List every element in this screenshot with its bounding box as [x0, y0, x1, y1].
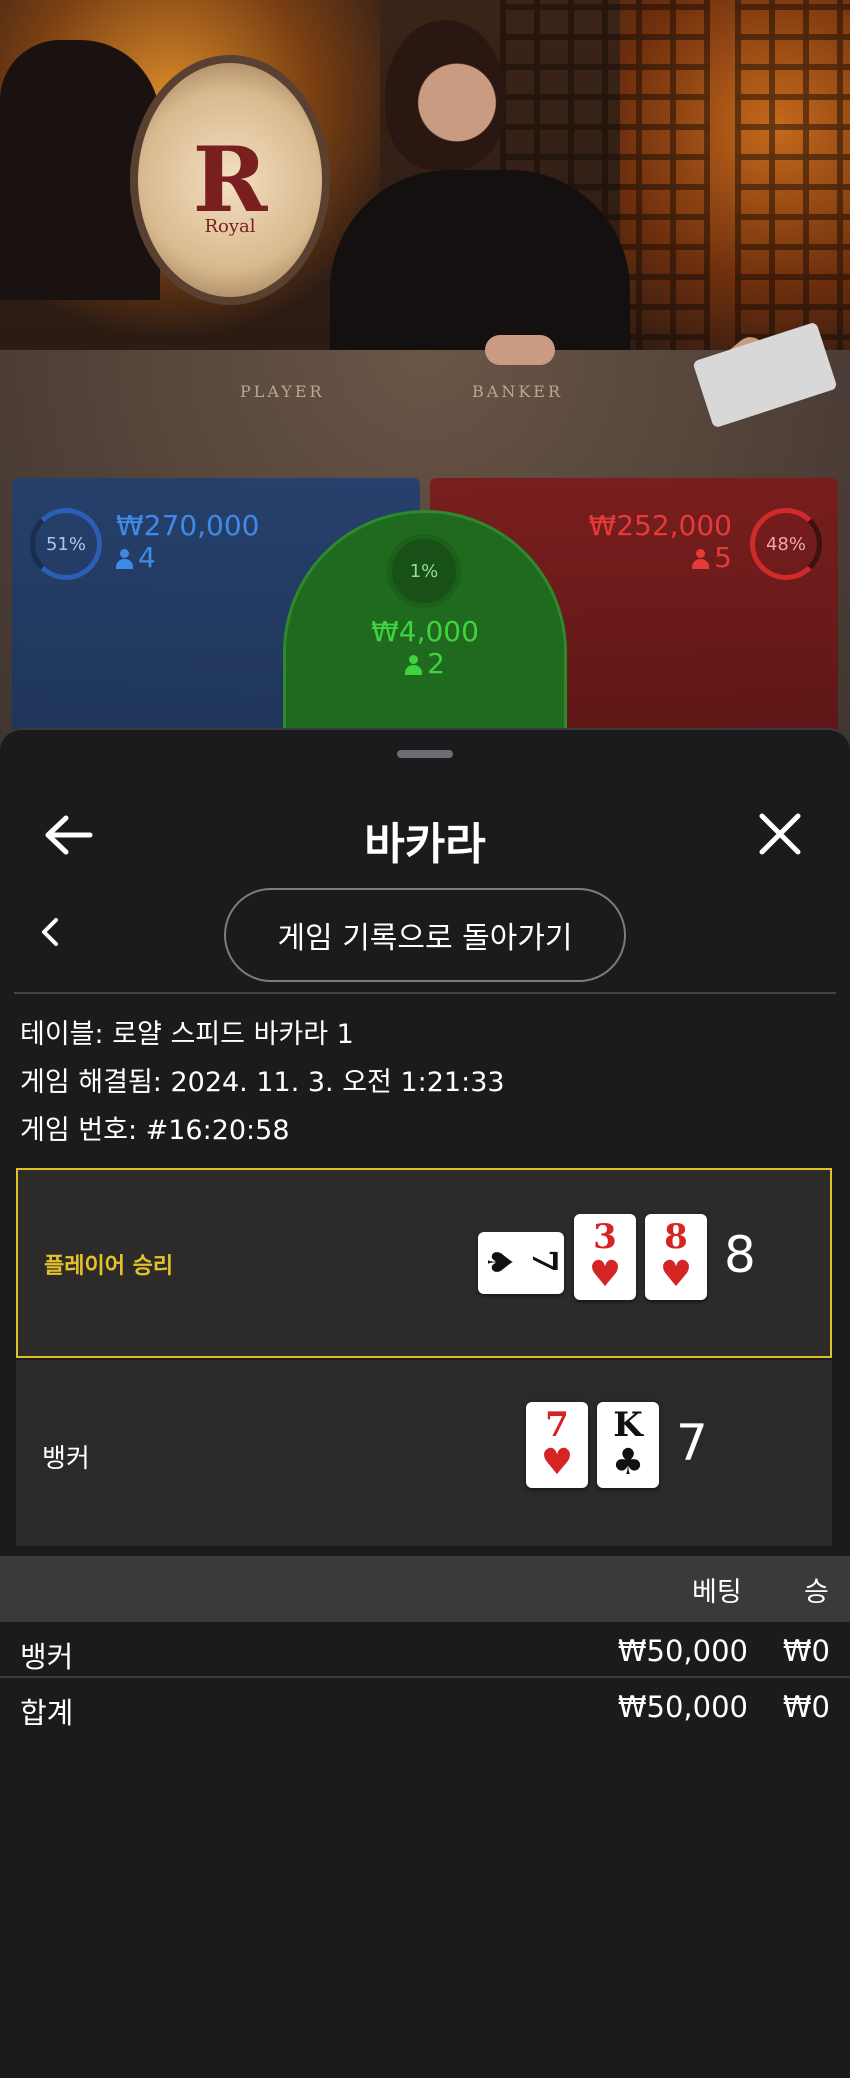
dealer-hand: [485, 335, 555, 365]
sheet-header: 바카라: [0, 770, 850, 900]
game-number: 게임 번호: #16:20:58: [20, 1115, 290, 1146]
royal-emblem-logo: R Royal: [130, 55, 330, 305]
table-info: 테이블: 로얄 스피드 바카라 1: [20, 1019, 354, 1050]
banker-result-card: 뱅커 7 ♥ K ♣ 7: [16, 1360, 832, 1546]
win-amount: ₩0: [782, 1634, 830, 1668]
tie-bet-stats: ₩4,000 2: [325, 616, 525, 680]
banker-score: 7: [676, 1414, 708, 1472]
player-percent-ring: 51%: [30, 508, 102, 580]
banker-bet-amount: ₩252,000: [588, 509, 732, 542]
sheet-drag-handle[interactable]: [397, 750, 453, 758]
tie-bet-amount: ₩4,000: [371, 615, 479, 648]
player-percent: 51%: [45, 533, 86, 555]
bet-summary-table: 베팅 승 뱅커 ₩50,000 ₩0 합계 ₩50,000 ₩0: [0, 1556, 850, 1734]
column-header-bet: 베팅: [692, 1577, 742, 1608]
table-label-player: PLAYER: [240, 382, 325, 401]
person-icon: [116, 549, 133, 569]
bet-table-header: 베팅 승: [0, 1556, 850, 1622]
banker-bettor-count: 5: [714, 541, 732, 574]
player-result-label: 플레이어 승리: [44, 1254, 174, 1279]
banker-card-2: K ♣: [597, 1402, 659, 1488]
bet-name: 뱅커: [20, 1640, 74, 1674]
table-label-banker: BANKER: [472, 382, 563, 401]
bet-amount: ₩50,000: [617, 1690, 748, 1724]
person-icon: [405, 655, 423, 675]
tie-percent-ring: 1%: [387, 534, 461, 608]
tie-bettor-count: 2: [427, 647, 445, 680]
dealer: [330, 20, 630, 390]
tie-percent: 1%: [409, 560, 439, 582]
banker-card-1: 7 ♥: [526, 1402, 588, 1488]
back-to-history-button[interactable]: 게임 기록으로 돌아가기: [224, 888, 626, 982]
bet-name: 합계: [20, 1696, 74, 1730]
player-card-1: 7 ♠: [478, 1232, 564, 1294]
table-row-total: 합계 ₩50,000 ₩0: [0, 1678, 850, 1734]
resolved-time: 게임 해결됨: 2024. 11. 3. 오전 1:21:33: [20, 1067, 505, 1098]
player-result-card: 플레이어 승리 7 ♠ 3 ♥ 8 ♥ 8: [16, 1168, 832, 1358]
close-icon[interactable]: [752, 806, 808, 862]
game-history-sheet: 바카라 게임 기록으로 돌아가기 테이블: 로얄 스피드 바카라 1 게임 해결…: [0, 728, 850, 2078]
table-row: 뱅커 ₩50,000 ₩0: [0, 1622, 850, 1678]
person-icon: [692, 549, 710, 569]
chevron-left-icon[interactable]: [36, 912, 66, 952]
sheet-title: 바카라: [364, 819, 486, 870]
player-bet-stats: ₩270,000 4: [116, 510, 259, 574]
banker-percent: 48%: [765, 533, 806, 555]
win-amount: ₩0: [782, 1690, 830, 1724]
history-subnav: 게임 기록으로 돌아가기: [0, 882, 850, 982]
player-bet-amount: ₩270,000: [116, 509, 260, 542]
player-card-2: 3 ♥: [574, 1214, 636, 1300]
banker-result-label: 뱅커: [42, 1444, 90, 1474]
player-card-3: 8 ♥: [645, 1214, 707, 1300]
player-score: 8: [724, 1226, 756, 1284]
banker-percent-ring: 48%: [750, 508, 822, 580]
player-bettor-count: 4: [138, 541, 156, 574]
bet-amount: ₩50,000: [617, 1634, 748, 1668]
divider: [14, 992, 836, 994]
banker-bet-stats: ₩252,000 5: [560, 510, 732, 574]
column-header-win: 승: [804, 1577, 829, 1608]
